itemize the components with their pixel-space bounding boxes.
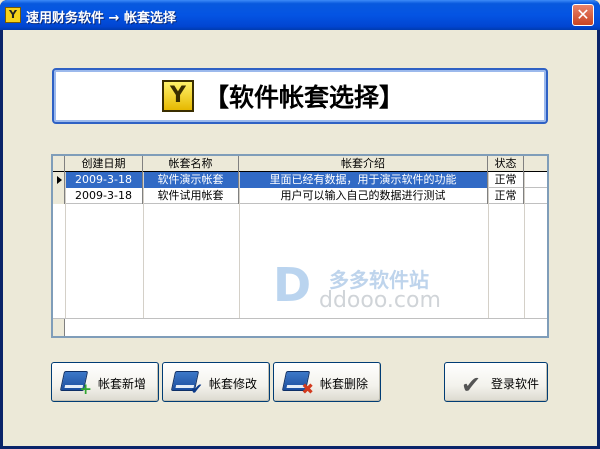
delete-account-button[interactable]: ✖ 帐套删除 (273, 362, 381, 402)
login-button[interactable]: ✔ 登录软件 (444, 362, 548, 402)
table-row[interactable]: 2009-3-18 软件演示帐套 里面已经有数据，用于演示软件的功能 正常 (53, 172, 547, 188)
column-divider (524, 172, 525, 318)
new-row-indicator (53, 319, 65, 336)
account-set-grid[interactable]: 创建日期 帐套名称 帐套介绍 状态 2009-3-18 软件演示帐套 里面已经有… (51, 154, 549, 338)
header-date[interactable]: 创建日期 (65, 156, 143, 172)
grid-header: 创建日期 帐套名称 帐套介绍 状态 (53, 156, 547, 172)
main-window: Y 速用财务软件 → 帐套选择 ✕ Y 【软件帐套选择】 创建日期 帐套名称 帐… (0, 0, 600, 449)
cell-date: 2009-3-18 (65, 188, 143, 204)
cell-intro: 里面已经有数据，用于演示软件的功能 (239, 172, 488, 188)
column-divider (488, 172, 489, 318)
close-icon: ✕ (576, 5, 590, 24)
add-account-button[interactable]: + 帐套新增 (51, 362, 159, 402)
cell-intro: 用户可以输入自己的数据进行测试 (239, 188, 488, 204)
header-intro[interactable]: 帐套介绍 (239, 156, 488, 172)
book-plus-icon: + (59, 369, 92, 397)
column-divider (143, 172, 144, 318)
column-divider (65, 172, 66, 318)
title-bar[interactable]: Y 速用财务软件 → 帐套选择 ✕ (0, 0, 600, 30)
yen-logo-icon: Y (162, 80, 194, 112)
cell-name: 软件演示帐套 (143, 172, 239, 188)
new-row[interactable] (53, 318, 547, 336)
book-delete-icon: ✖ (281, 369, 314, 397)
header-indicator (53, 156, 65, 172)
row-indicator (53, 188, 65, 204)
header-name[interactable]: 帐套名称 (143, 156, 239, 172)
app-icon: Y (5, 7, 21, 23)
close-button[interactable]: ✕ (572, 4, 594, 26)
header-status[interactable]: 状态 (488, 156, 524, 172)
checkmark-icon: ✔ (461, 371, 482, 399)
client-area: Y 【软件帐套选择】 创建日期 帐套名称 帐套介绍 状态 2009-3-18 软… (3, 30, 597, 446)
cell-date: 2009-3-18 (65, 172, 143, 188)
row-pointer-icon (53, 172, 65, 188)
cell-status: 正常 (488, 188, 524, 204)
delete-account-label: 帐套删除 (320, 377, 369, 391)
add-account-label: 帐套新增 (98, 377, 147, 391)
book-check-icon: ✔ (170, 369, 203, 397)
edit-account-label: 帐套修改 (209, 377, 258, 391)
cell-status: 正常 (488, 172, 524, 188)
login-label: 登录软件 (491, 377, 540, 391)
cell-name: 软件试用帐套 (143, 188, 239, 204)
window-title: 速用财务软件 → 帐套选择 (26, 11, 176, 26)
column-divider (239, 172, 240, 318)
banner-title: 【软件帐套选择】 (204, 83, 405, 112)
banner: Y 【软件帐套选择】 (52, 68, 548, 124)
table-row[interactable]: 2009-3-18 软件试用帐套 用户可以输入自己的数据进行测试 正常 (53, 188, 547, 204)
edit-account-button[interactable]: ✔ 帐套修改 (162, 362, 270, 402)
